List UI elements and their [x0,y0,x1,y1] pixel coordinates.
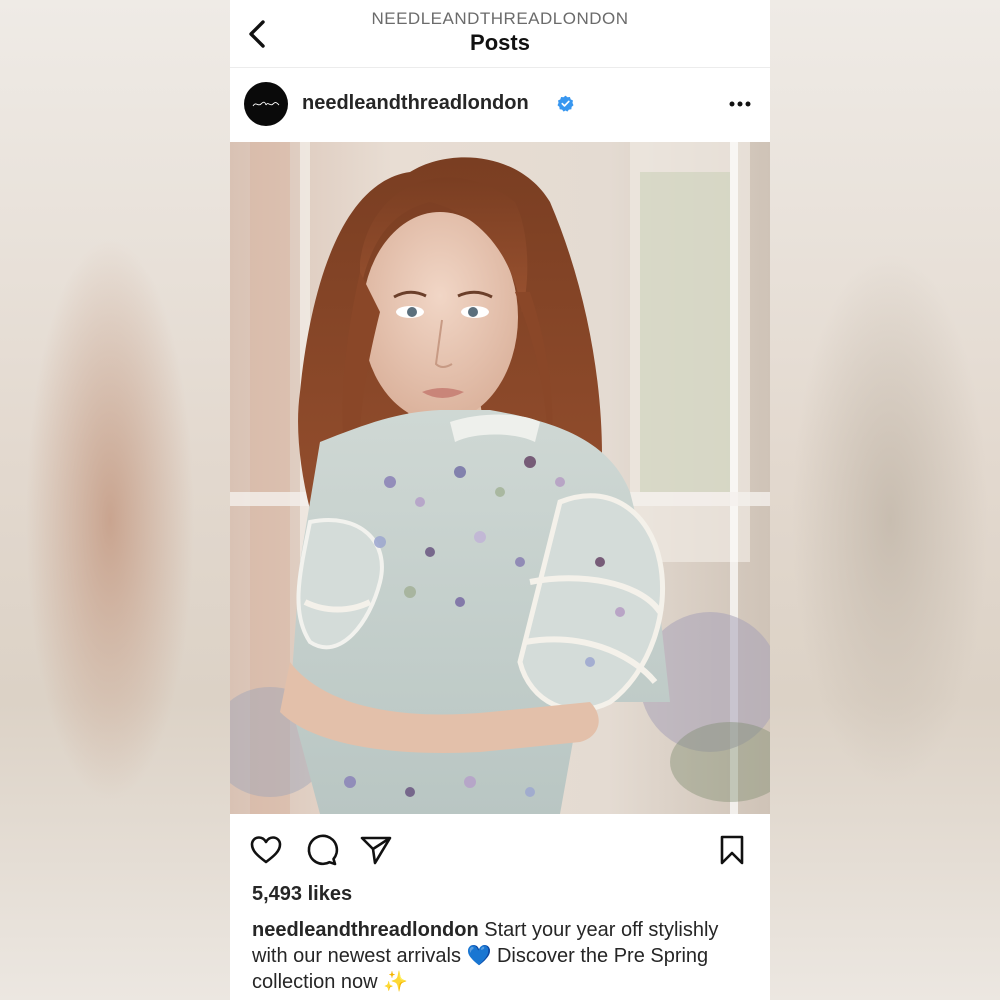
post-action-bar [230,814,770,884]
heart-icon [250,836,282,864]
model-in-floral-dress-photo [230,142,770,814]
post-caption: needleandthreadlondon Start your year of… [252,917,752,995]
comment-icon [307,834,339,866]
comment-button[interactable] [303,832,339,868]
more-options-button[interactable] [722,90,758,118]
like-button[interactable] [248,832,284,868]
account-name-caps: NEEDLEANDTHREADLONDON [371,9,629,28]
post-username[interactable]: needleandthreadlondon [302,92,529,115]
caption-username[interactable]: needleandthreadlondon [252,919,479,941]
top-navigation-bar: NEEDLEANDTHREADLONDON Posts [230,0,770,68]
post-image[interactable] [230,142,770,814]
verified-badge-icon [557,95,574,112]
share-button[interactable] [358,832,394,868]
instagram-post-screen: NEEDLEANDTHREADLONDON Posts needleandthr… [230,0,770,1000]
page-title: Posts [470,30,530,55]
brand-logo-icon [252,101,280,107]
likes-count[interactable]: 5,493 likes [252,883,352,906]
more-horizontal-icon [729,101,751,107]
avatar[interactable] [244,82,288,126]
post-header: needleandthreadlondon [230,68,770,142]
share-icon [360,836,392,865]
bookmark-icon [720,835,744,865]
save-button[interactable] [714,832,750,868]
